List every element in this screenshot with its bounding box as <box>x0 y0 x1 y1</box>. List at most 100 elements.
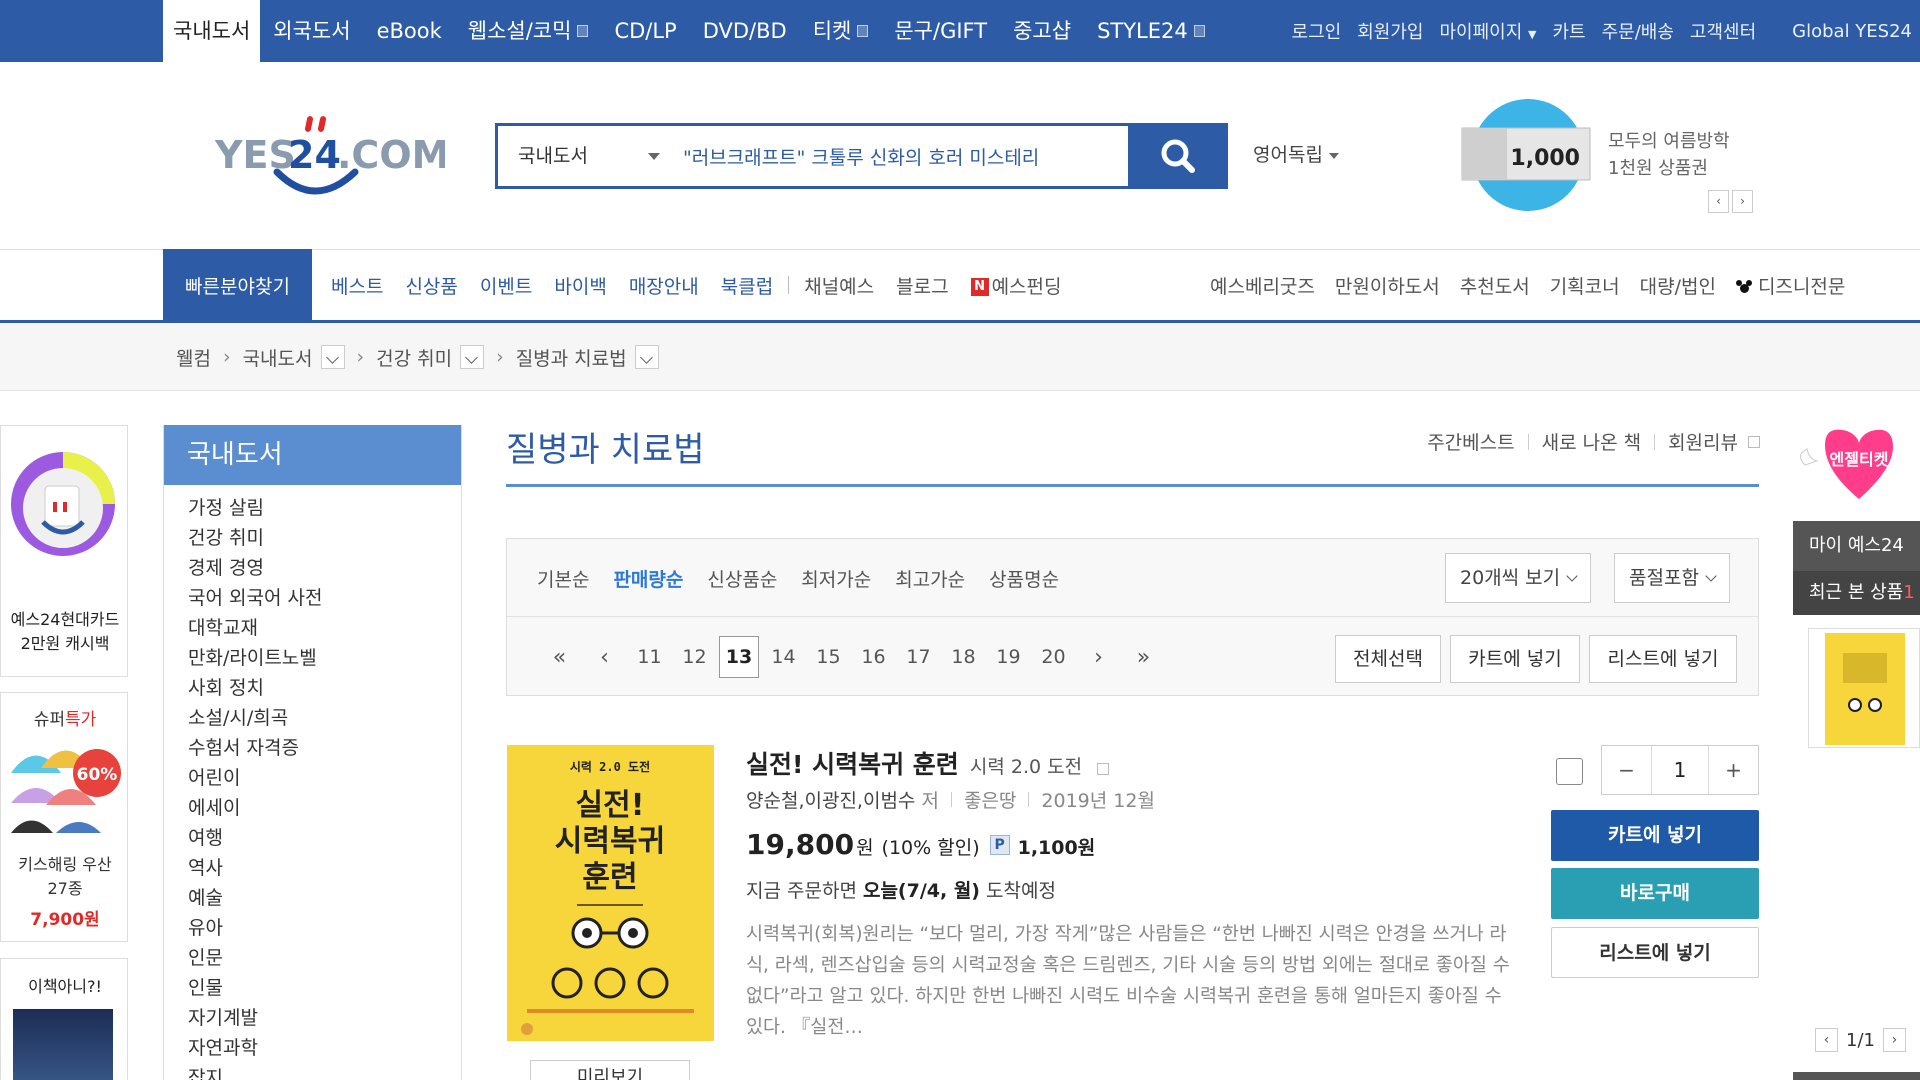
qty-input[interactable]: 1 <box>1652 746 1708 794</box>
page-link[interactable]: 16 <box>851 646 896 668</box>
top-nav-webnovel[interactable]: 웹소설/코믹 <box>455 0 602 62</box>
sidebar-category-item[interactable]: 자연과학 <box>188 1033 461 1063</box>
super-deal-ad[interactable]: 슈퍼특가 60% 키스해링 우산27종 7,900원 <box>0 692 128 942</box>
add-to-list-button[interactable]: 리스트에 넣기 <box>1551 927 1759 978</box>
sidebar-category-item[interactable]: 사회 정치 <box>188 673 461 703</box>
add-all-to-cart-button[interactable]: 카트에 넣기 <box>1450 635 1580 683</box>
sidebar-category-item[interactable]: 에세이 <box>188 793 461 823</box>
cart-link[interactable]: 카트 <box>1544 18 1593 44</box>
sidebar-category-item[interactable]: 인물 <box>188 973 461 1003</box>
top-nav-domestic-books[interactable]: 국내도서 <box>163 0 261 62</box>
page-link[interactable]: 19 <box>986 646 1031 668</box>
search-button[interactable] <box>1128 123 1228 189</box>
signup-link[interactable]: 회원가입 <box>1349 18 1431 44</box>
nav-blog[interactable]: 블로그 <box>885 272 959 299</box>
top-nav-style24[interactable]: STYLE24 <box>1084 0 1218 62</box>
nav-planned-corner[interactable]: 기획코너 <box>1540 272 1630 299</box>
top-nav-cd-lp[interactable]: CD/LP <box>601 0 689 62</box>
top-nav-gift[interactable]: 문구/GIFT <box>881 0 1000 62</box>
search-input[interactable] <box>683 126 1123 186</box>
product-title[interactable]: 실전! 시력복귀 훈련 <box>746 750 959 779</box>
page-link[interactable]: 15 <box>806 646 851 668</box>
sort-sales[interactable]: 판매량순 <box>613 565 683 592</box>
top-nav-used-shop[interactable]: 중고샵 <box>1000 0 1084 62</box>
recent-next-button[interactable]: › <box>1882 1028 1906 1052</box>
top-nav-foreign-books[interactable]: 외국도서 <box>260 0 363 62</box>
top-nav-ticket[interactable]: 티켓 <box>800 0 882 62</box>
nav-recommended[interactable]: 추천도서 <box>1450 272 1540 299</box>
page-link[interactable]: 11 <box>627 646 672 668</box>
top-nav-ebook[interactable]: eBook <box>364 0 455 62</box>
sidebar-category-item[interactable]: 잡지 <box>188 1063 461 1080</box>
new-window-icon[interactable] <box>1097 762 1110 775</box>
sidebar-category-item[interactable]: 인문 <box>188 943 461 973</box>
sidebar-category-item[interactable]: 유아 <box>188 913 461 943</box>
quick-category-find-button[interactable]: 빠른분야찾기 <box>163 249 312 321</box>
first-page-icon[interactable]: « <box>537 645 582 670</box>
nav-buyback[interactable]: 바이백 <box>543 272 617 299</box>
global-yes24-link[interactable]: Global YES24 <box>1784 21 1920 42</box>
order-link[interactable]: 주문/배송 <box>1594 18 1682 44</box>
prev-page-icon[interactable]: ‹ <box>582 645 627 670</box>
add-all-to-list-button[interactable]: 리스트에 넣기 <box>1589 635 1737 683</box>
sidebar-category-item[interactable]: 어린이 <box>188 763 461 793</box>
nav-channel-yes[interactable]: 채널예스 <box>793 272 885 299</box>
nav-event[interactable]: 이벤트 <box>469 272 543 299</box>
top-nav-dvd-bd[interactable]: DVD/BD <box>690 0 800 62</box>
my-yes24-link[interactable]: 마이 예스24 <box>1793 521 1920 571</box>
nav-yesberry-goods[interactable]: 예스베리굿즈 <box>1200 272 1325 299</box>
nav-bookclub[interactable]: 북클럽 <box>710 272 784 299</box>
nav-new[interactable]: 신상품 <box>394 272 468 299</box>
buy-now-button[interactable]: 바로구매 <box>1551 868 1759 919</box>
sidebar-category-item[interactable]: 수험서 자격증 <box>188 733 461 763</box>
recent-prev-button[interactable]: ‹ <box>1815 1028 1838 1052</box>
nav-best[interactable]: 베스트 <box>320 272 394 299</box>
sidebar-category-item[interactable]: 경제 경영 <box>188 553 461 583</box>
yes24-logo[interactable]: YES 24 .COM <box>214 108 449 203</box>
page-link[interactable]: 17 <box>896 646 941 668</box>
promo-text[interactable]: 모두의 여름방학 1천원 상품권 <box>1608 128 1730 182</box>
sort-lowest-price[interactable]: 최저가순 <box>801 565 871 592</box>
weekly-best-link[interactable]: 주간베스트 <box>1427 428 1514 455</box>
page-link[interactable]: 20 <box>1031 646 1076 668</box>
chevron-down-icon[interactable] <box>634 345 659 369</box>
promo-next-button[interactable]: › <box>1732 190 1753 213</box>
current-page[interactable]: 13 <box>719 636 759 678</box>
book-cover[interactable]: 시력 2.0 도전 실전! 시력복귀 훈련 <box>507 745 714 1041</box>
chevron-down-icon[interactable] <box>460 345 485 369</box>
next-page-icon[interactable]: › <box>1076 645 1121 670</box>
mypage-link[interactable]: 마이페이지 ▼ <box>1431 18 1544 44</box>
add-to-cart-button[interactable]: 카트에 넣기 <box>1551 810 1759 861</box>
qty-plus-button[interactable]: + <box>1708 746 1758 794</box>
recent-viewed-header[interactable]: 최근 본 상품1 <box>1793 571 1920 615</box>
nav-disney[interactable]: 디즈니전문 <box>1726 272 1855 299</box>
sidebar-category-item[interactable]: 만화/라이트노벨 <box>188 643 461 673</box>
product-publisher[interactable]: 좋은땅 <box>964 786 1016 813</box>
breadcrumb-health-hobby[interactable]: 건강 취미 <box>376 344 452 371</box>
page-link[interactable]: 12 <box>672 646 717 668</box>
sidebar-category-item[interactable]: 가정 살림 <box>188 493 461 523</box>
new-books-link[interactable]: 새로 나온 책 <box>1542 428 1641 455</box>
member-review-link[interactable]: 회원리뷰 <box>1668 428 1738 455</box>
this-book-ad[interactable]: 이책아니?! <box>0 958 128 1080</box>
breadcrumb-welcome[interactable]: 웰컴 <box>176 344 211 371</box>
per-page-select[interactable]: 20개씩 보기 <box>1445 553 1592 603</box>
promo-prev-button[interactable]: ‹ <box>1708 190 1729 213</box>
nav-yes-funding[interactable]: N 예스펀딩 <box>960 272 1073 299</box>
chevron-down-icon[interactable] <box>648 153 660 160</box>
sidebar-category-item[interactable]: 역사 <box>188 853 461 883</box>
last-page-icon[interactable]: » <box>1121 645 1166 670</box>
page-link[interactable]: 14 <box>761 646 806 668</box>
recent-viewed-item[interactable] <box>1808 628 1920 748</box>
nav-store-info[interactable]: 매장안내 <box>618 272 710 299</box>
sort-name[interactable]: 상품명순 <box>989 565 1059 592</box>
breadcrumb-disease[interactable]: 질병과 치료법 <box>516 344 627 371</box>
sidebar-category-item[interactable]: 여행 <box>188 823 461 853</box>
product-select-checkbox[interactable] <box>1556 758 1583 785</box>
breadcrumb-domestic[interactable]: 국내도서 <box>243 344 313 371</box>
sidebar-category-item[interactable]: 예술 <box>188 883 461 913</box>
search-category-select[interactable]: 국내도서 <box>518 126 588 186</box>
gift-card-promo-image[interactable]: 1,000 <box>1460 98 1600 213</box>
chevron-down-icon[interactable] <box>320 345 345 369</box>
sidebar-category-item[interactable]: 건강 취미 <box>188 523 461 553</box>
